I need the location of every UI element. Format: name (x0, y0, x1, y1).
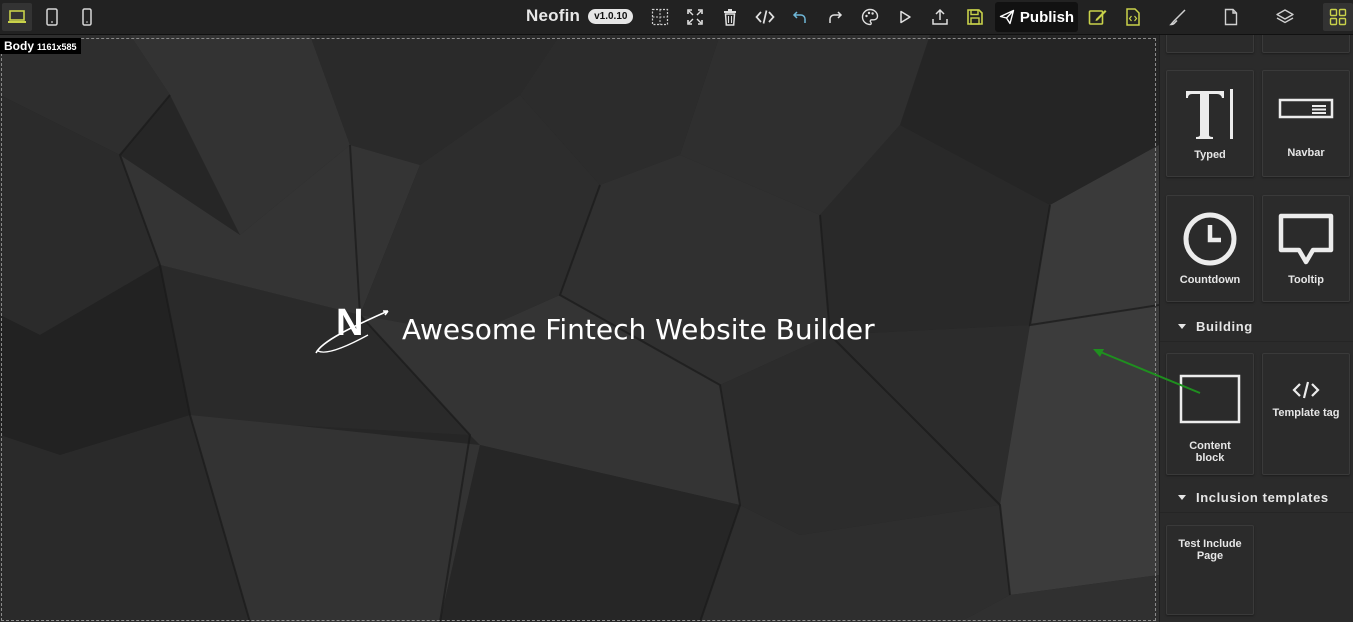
annotation-arrow-icon (1093, 349, 1201, 394)
device-tablet-button[interactable] (37, 3, 67, 31)
upload-icon (932, 8, 948, 25)
edit-page-button[interactable] (1083, 3, 1113, 31)
tooltip-icon (1278, 213, 1334, 265)
body-size: 1161x585 (37, 42, 77, 52)
block-template-tag[interactable]: Template tag (1262, 353, 1350, 475)
fullscreen-button[interactable] (680, 3, 710, 31)
block-navbar[interactable]: Navbar (1262, 70, 1350, 177)
logo-letter: N (336, 302, 363, 344)
device-mobile-button[interactable] (72, 3, 102, 31)
block-label: Countdown (1179, 274, 1241, 286)
pages-button[interactable] (1216, 3, 1246, 31)
app-brand: Neofin v1.0.10 (526, 5, 634, 27)
neofin-logo-icon: N (315, 302, 389, 354)
preview-button[interactable] (890, 3, 920, 31)
block-label: Tooltip (1288, 274, 1324, 286)
top-toolbar: Neofin v1.0.10 Publish (0, 0, 1353, 35)
editor-canvas[interactable]: Body 1161x585 N Awesome Fintech Website B… (0, 35, 1159, 622)
block-label: Typed (1194, 149, 1226, 161)
hero-heading[interactable]: N Awesome Fintech Website Builder (312, 301, 875, 357)
publish-label: Publish (1019, 8, 1075, 26)
laptop-icon (8, 10, 26, 23)
category-inclusion-templates[interactable]: Inclusion templates (1160, 483, 1353, 513)
play-icon (900, 10, 911, 24)
block-partial[interactable] (1166, 35, 1254, 53)
mobile-icon (82, 8, 92, 26)
layers-icon (1276, 9, 1294, 24)
theme-button[interactable] (855, 3, 885, 31)
category-label: Building (1196, 319, 1253, 334)
blocks-panel: Typed Navbar Countdown Tooltip Building (1159, 35, 1353, 622)
palette-icon (861, 8, 879, 26)
navbar-icon (1278, 98, 1334, 119)
block-test-include-page[interactable]: Test Include Page (1166, 525, 1254, 615)
layer-manager-button[interactable] (1270, 3, 1300, 31)
block-label: Content block (1189, 440, 1231, 464)
body-badge: Body 1161x585 (0, 38, 81, 54)
paper-plane-icon (999, 9, 1015, 25)
fullscreen-icon (687, 9, 703, 25)
blocks-grid-icon (1329, 8, 1347, 26)
undo-button[interactable] (785, 3, 815, 31)
blocks-button[interactable] (1323, 3, 1353, 31)
publish-button[interactable]: Publish (995, 2, 1078, 32)
export-button[interactable] (925, 3, 955, 31)
caret-down-icon (1178, 324, 1186, 329)
category-building[interactable]: Building (1160, 312, 1353, 342)
block-tooltip[interactable]: Tooltip (1262, 195, 1350, 302)
body-label: Body (4, 39, 34, 53)
caret-down-icon (1178, 495, 1186, 500)
brush-icon (1169, 9, 1186, 26)
save-icon (967, 9, 983, 25)
version-badge: v1.0.10 (588, 8, 634, 24)
block-label: Template tag (1272, 407, 1340, 419)
typed-icon (1186, 89, 1233, 139)
view-code-button[interactable] (750, 3, 780, 31)
redo-icon (829, 11, 843, 23)
device-desktop-button[interactable] (2, 3, 32, 31)
block-countdown[interactable]: Countdown (1166, 195, 1254, 302)
tablet-icon (46, 8, 58, 26)
save-button[interactable] (960, 3, 990, 31)
file-code-icon (1126, 8, 1140, 26)
code-icon (1292, 381, 1320, 399)
sw-visibility-button[interactable] (645, 3, 675, 31)
block-typed[interactable]: Typed (1166, 70, 1254, 177)
app-name: Neofin (526, 6, 581, 25)
block-label: Navbar (1287, 147, 1325, 159)
page-icon (1224, 8, 1238, 26)
redo-button[interactable] (820, 3, 850, 31)
code-file-button[interactable] (1118, 3, 1148, 31)
edit-icon (1088, 10, 1107, 25)
undo-icon (792, 11, 806, 23)
code-icon (755, 10, 775, 24)
category-label: Inclusion templates (1196, 490, 1329, 505)
trash-icon (724, 9, 736, 26)
clear-canvas-button[interactable] (715, 3, 745, 31)
hero-text: Awesome Fintech Website Builder (402, 312, 875, 346)
block-label: Test Include Page (1178, 538, 1242, 562)
block-partial[interactable] (1262, 35, 1350, 53)
grid-outline-icon (651, 8, 669, 26)
clock-icon (1183, 212, 1237, 266)
style-manager-button[interactable] (1163, 3, 1193, 31)
